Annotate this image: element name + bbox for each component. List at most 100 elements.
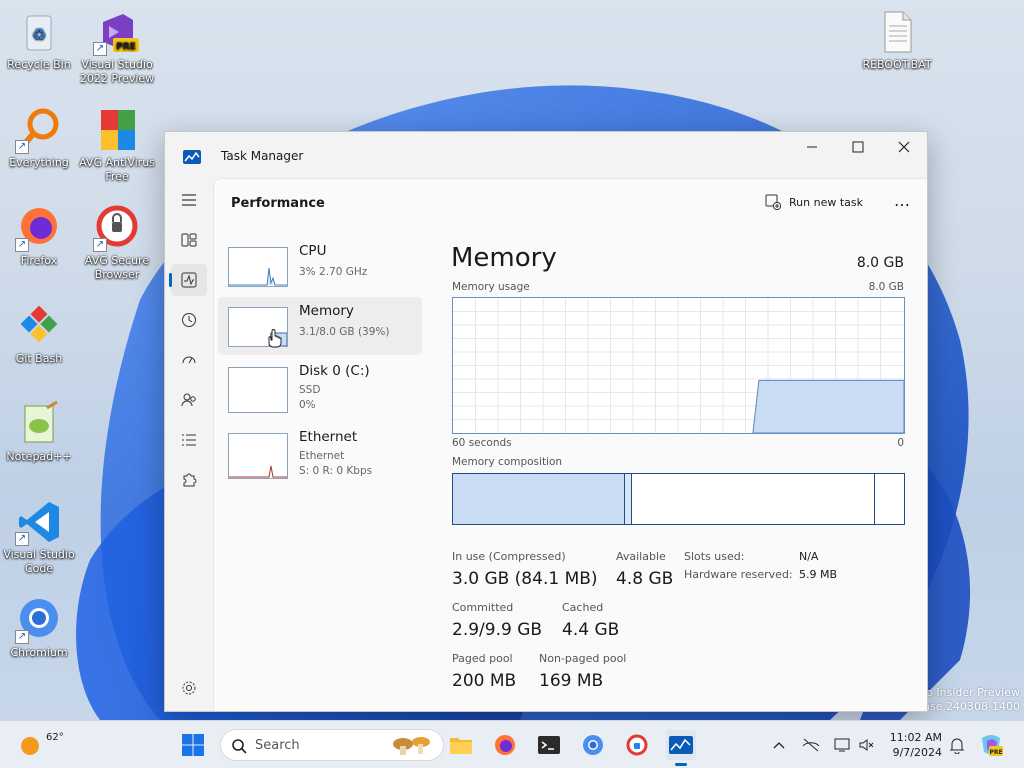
desktop-icon-label: Everything (9, 156, 69, 169)
desktop-icon-notepad-plus-plus[interactable]: Notepad++ (0, 400, 78, 464)
desktop-icon-everything[interactable]: ↗ Everything (0, 106, 78, 170)
desktop-icon-label: AVG Secure Browser (84, 254, 150, 281)
chromium-icon (583, 735, 603, 755)
nav-processes[interactable] (171, 224, 207, 256)
active-app-indicator (675, 763, 687, 766)
graph-x-right-label: 0 (897, 437, 904, 449)
chevron-up-icon (773, 742, 785, 749)
windows-watermark: ro Insider Preview ease.240308-1400 (917, 686, 1020, 714)
nav-settings[interactable] (171, 672, 207, 704)
maximize-icon (852, 141, 864, 153)
taskbar-search-box[interactable]: Search (220, 729, 444, 761)
watermark-line-1: ro Insider Preview (921, 686, 1020, 699)
nav-services[interactable] (171, 464, 207, 496)
avg-secure-browser-icon: ↗ (93, 204, 141, 252)
tray-network[interactable] (796, 730, 826, 760)
composition-modified (625, 474, 632, 524)
minimize-icon (807, 146, 817, 148)
nav-users[interactable] (171, 384, 207, 416)
desktop-icon-label: Git Bash (15, 352, 63, 365)
taskbar-terminal[interactable] (534, 730, 564, 760)
desktop-icon-recycle-bin[interactable]: ♻ Recycle Bin (0, 8, 78, 72)
desktop-icon-git-bash[interactable]: Git Bash (0, 302, 78, 366)
taskbar-task-manager[interactable] (666, 730, 696, 766)
disk-thumbnail-graph (228, 367, 288, 413)
nav-startup-apps[interactable] (171, 344, 207, 376)
desktop-icon-avg-antivirus[interactable]: AVG AntiVirus Free (78, 106, 156, 184)
resource-detail-2: 0% (299, 399, 316, 411)
desktop-icon-label: Notepad++ (6, 450, 72, 463)
run-new-task-button[interactable]: Run new task (765, 194, 863, 210)
desktop-icon-chromium[interactable]: ↗ Chromium (0, 596, 78, 660)
taskbar-clock[interactable]: 11:02 AM 9/7/2024 (890, 730, 942, 760)
git-bash-icon (15, 302, 63, 350)
hamburger-menu-button[interactable] (171, 184, 207, 216)
network-offline-icon (802, 738, 820, 752)
desktop-icon-avg-secure-browser[interactable]: ↗ AVG Secure Browser (78, 204, 156, 282)
memory-usage-graph (452, 297, 905, 434)
desktop-icon-label: Visual Studio 2022 Preview (79, 58, 155, 85)
weather-widget[interactable]: 62° (18, 730, 68, 760)
window-title: Task Manager (221, 149, 304, 163)
details-list-icon (182, 434, 196, 446)
resource-ethernet[interactable]: Ethernet Ethernet S: 0 R: 0 Kbps (218, 423, 422, 481)
desktop-icon-vscode[interactable]: ↗ Visual Studio Code (0, 498, 78, 576)
shortcut-arrow-icon: ↗ (93, 42, 107, 56)
desktop-icon-label: Visual Studio Code (3, 548, 75, 575)
memory-total: 8.0 GB (856, 255, 904, 271)
desktop-icon-label: REBOOT.BAT (862, 58, 932, 71)
desktop-icon-label: Chromium (10, 646, 68, 659)
resource-disk[interactable]: Disk 0 (C:) SSD 0% (218, 357, 422, 415)
run-task-icon (765, 194, 782, 210)
bell-icon (949, 738, 965, 754)
performance-icon (181, 272, 197, 288)
clock-date: 9/7/2024 (892, 746, 942, 759)
firefox-icon (495, 735, 515, 755)
slots-used-value: N/A (799, 550, 819, 563)
memory-composition-label: Memory composition (452, 456, 563, 468)
graph-x-left-label: 60 seconds (452, 437, 512, 449)
cached-label: Cached (562, 601, 604, 614)
magnifier-icon: ↗ (15, 106, 63, 154)
nav-performance[interactable] (169, 264, 207, 296)
notifications-button[interactable] (942, 730, 972, 760)
copilot-pre-icon: PRE (982, 735, 1003, 756)
more-options-button[interactable]: … (894, 191, 911, 210)
start-button[interactable] (178, 730, 208, 760)
tray-volume-battery[interactable] (852, 730, 882, 760)
shortcut-arrow-icon: ↗ (15, 238, 29, 252)
taskbar-firefox[interactable] (490, 730, 520, 760)
desktop-icon-reboot-bat[interactable]: REBOOT.BAT (858, 8, 936, 72)
maximize-button[interactable] (835, 132, 881, 162)
memory-usage-max: 8.0 GB (868, 281, 904, 293)
memory-usage-label: Memory usage (452, 281, 530, 293)
desktop-icon-firefox[interactable]: ↗ Firefox (0, 204, 78, 268)
title-bar[interactable]: Task Manager (165, 132, 927, 178)
shortcut-arrow-icon: ↗ (15, 532, 29, 546)
show-hidden-icons-button[interactable] (764, 730, 794, 760)
copilot-button[interactable]: PRE (976, 730, 1006, 760)
ethernet-thumbnail-graph (228, 433, 288, 479)
resource-detail: Ethernet (299, 450, 345, 462)
task-manager-icon (669, 736, 693, 754)
history-icon (182, 313, 196, 327)
slots-used-label: Slots used: (684, 550, 745, 563)
users-icon (181, 393, 196, 407)
resource-memory[interactable]: Memory 3.1/8.0 GB (39%) (218, 297, 422, 355)
nav-app-history[interactable] (171, 304, 207, 336)
taskbar-avg-secure-browser[interactable] (622, 730, 652, 760)
committed-value: 2.9/9.9 GB (452, 620, 543, 640)
available-value: 4.8 GB (616, 569, 674, 589)
taskbar-chromium[interactable] (578, 730, 608, 760)
desktop-icon-visual-studio[interactable]: PRE ↗ Visual Studio 2022 Preview (78, 8, 156, 86)
speedometer-icon (182, 356, 196, 364)
desktop-icon-label: Firefox (20, 254, 58, 267)
weather-sun-icon (21, 737, 39, 755)
memory-usage-area (752, 379, 905, 434)
resource-cpu[interactable]: CPU 3% 2.70 GHz (218, 237, 422, 295)
nav-details[interactable] (171, 424, 207, 456)
resource-name: CPU (299, 243, 327, 259)
close-button[interactable] (881, 132, 927, 162)
taskbar-file-explorer[interactable] (446, 730, 476, 760)
minimize-button[interactable] (789, 132, 835, 162)
